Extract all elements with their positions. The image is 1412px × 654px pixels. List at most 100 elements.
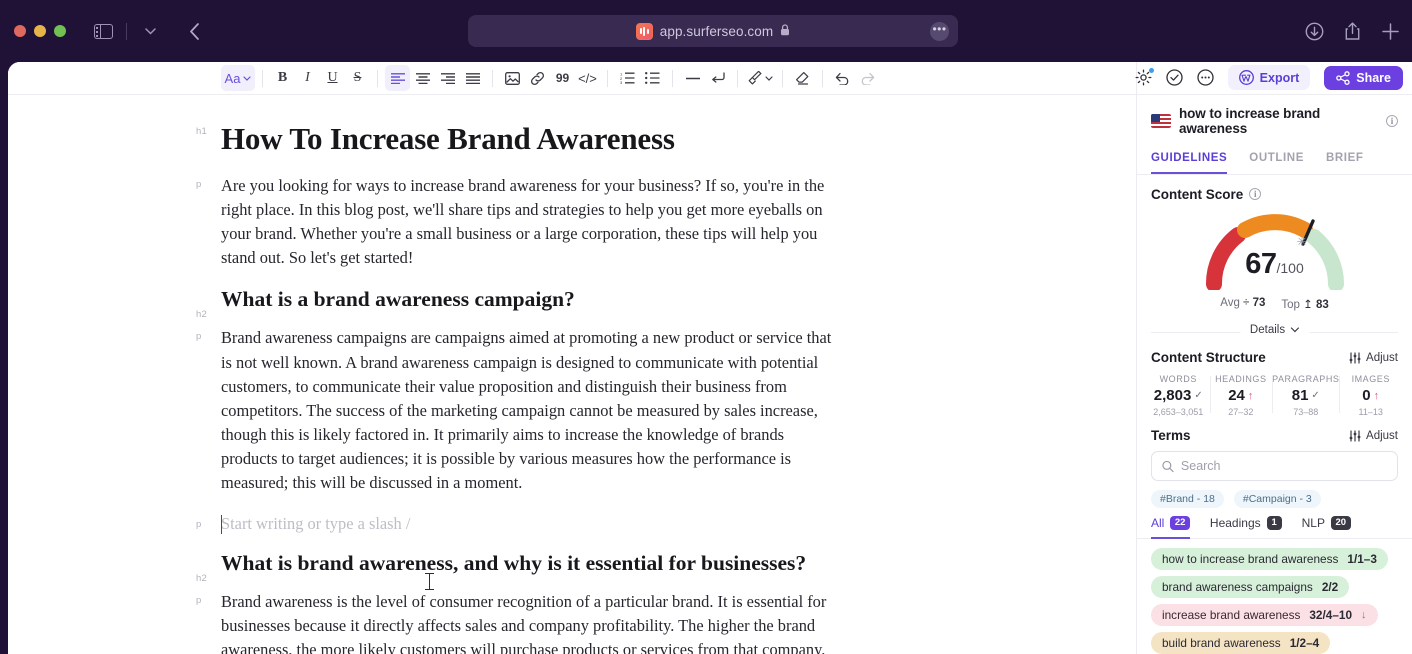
content-structure-header: Content Structure Adjust [1137,345,1412,365]
window-traffic-lights[interactable] [14,25,66,37]
underline-button[interactable]: U [320,65,345,91]
share-button[interactable]: Share [1324,65,1403,90]
share-icon[interactable] [1344,21,1361,41]
info-icon[interactable]: i [1249,188,1262,201]
stat-range: 11–13 [1358,407,1383,418]
undo-icon[interactable] [830,65,855,91]
content-score-header: Content Score i [1137,175,1412,202]
clear-format-icon[interactable] [790,65,815,91]
term-item[interactable]: increase brand awareness 32/4–10 ↓ [1151,603,1378,626]
document-block-h2[interactable]: h2 What is a brand awareness campaign? [8,287,1136,320]
panel-top-actions: Export Share [1135,62,1412,95]
insert-image-icon[interactable] [500,65,525,91]
document-block-paragraph[interactable]: p Brand awareness is the level of consum… [8,590,1136,654]
paint-format-icon[interactable] [745,65,775,91]
insert-link-icon[interactable] [525,65,550,91]
section-heading[interactable]: What is a brand awareness campaign? [221,287,836,312]
svg-text:3: 3 [620,80,623,84]
chip-brand[interactable]: #Brand - 18 [1151,489,1224,508]
paragraph-text[interactable]: Brand awareness is the level of consumer… [221,590,836,654]
guidelines-panel: Export Share how to increase brand aware… [1135,62,1412,654]
align-justify-button[interactable] [460,65,485,91]
score-number: 67 [1245,247,1277,280]
back-chevron-icon[interactable] [179,17,209,45]
adjust-label: Adjust [1366,429,1398,442]
code-block-button[interactable]: </> [575,65,600,91]
check-icon: ✓ [1194,390,1203,402]
new-tab-icon[interactable] [1381,22,1400,41]
sliders-icon [1349,430,1361,442]
close-window-button[interactable] [14,25,26,37]
font-style-dropdown[interactable]: Aa [221,65,255,91]
blockquote-button[interactable]: 99 [550,65,575,91]
details-button[interactable]: Details [1239,321,1310,338]
term-item[interactable]: build brand awareness 1/2–4 [1151,631,1331,654]
term-name: brand awareness campaigns [1162,579,1313,594]
page-menu-button[interactable]: ••• [930,21,949,41]
document-block-h2[interactable]: h2 What is brand awareness, and why is i… [8,551,1136,584]
content-score-title: Content Score [1151,186,1244,202]
align-left-button[interactable] [385,65,410,91]
check-circle-icon[interactable] [1166,69,1183,86]
document-block-paragraph[interactable]: p Are you looking for ways to increase b… [8,174,1136,270]
filter-tab-nlp[interactable]: NLP 20 [1302,515,1351,539]
tab-brief[interactable]: BRIEF [1326,146,1364,174]
bullet-list-icon[interactable] [640,65,665,91]
tab-guidelines[interactable]: GUIDELINES [1151,146,1228,174]
sidebar-toggle-icon[interactable] [88,17,118,45]
align-center-button[interactable] [410,65,435,91]
ordered-list-icon[interactable]: 123 [615,65,640,91]
terms-search-box[interactable] [1151,451,1398,481]
chrome-divider [126,22,127,40]
paragraph-text[interactable]: Brand awareness campaigns are campaigns … [221,326,836,495]
tab-outline[interactable]: OUTLINE [1249,146,1304,174]
document-block-paragraph[interactable]: p Brand awareness campaigns are campaign… [8,326,1136,495]
term-item[interactable]: brand awareness campaigns 2/2 [1151,575,1350,598]
line-break-icon[interactable] [705,65,730,91]
document-block-empty[interactable]: p Start writing or type a slash / [8,514,1136,535]
term-count: 32/4–10 [1309,607,1353,622]
stat-label: HEADINGS [1215,374,1267,385]
stat-value-row: 81 ✓ [1272,387,1339,404]
stat-range: 27–32 [1228,407,1254,418]
horizontal-rule-icon[interactable] [680,65,705,91]
filter-tab-badge: 22 [1170,515,1190,530]
document-body[interactable]: h1 How To Increase Brand Awareness p Are… [8,95,1136,654]
filter-tab-all[interactable]: All 22 [1151,515,1190,539]
align-right-button[interactable] [435,65,460,91]
gear-icon[interactable] [1135,68,1154,86]
stat-value-row: 2,803 ✓ [1147,387,1210,404]
page-title[interactable]: How To Increase Brand Awareness [221,121,836,157]
paragraph-text[interactable]: Are you looking for ways to increase bra… [221,174,836,270]
export-button[interactable]: Export [1227,65,1311,91]
terms-header: Terms Adjust [1137,417,1412,443]
minimize-window-button[interactable] [34,25,46,37]
more-options-icon[interactable] [1197,69,1214,86]
strikethrough-button[interactable]: S [345,65,370,91]
chevron-down-icon[interactable] [135,17,165,45]
adjust-terms-button[interactable]: Adjust [1349,430,1398,442]
stat-value: 81 [1291,387,1309,405]
terms-list: how to increase brand awareness 1/1–3 br… [1137,539,1412,654]
editor-placeholder[interactable]: Start writing or type a slash / [221,514,836,534]
adjust-structure-button[interactable]: Adjust [1349,352,1398,364]
redo-icon[interactable] [855,65,880,91]
term-name: build brand awareness [1162,635,1281,650]
section-heading[interactable]: What is brand awareness, and why is it e… [221,551,836,576]
bold-button[interactable]: B [270,65,295,91]
search-input[interactable] [1180,459,1387,474]
term-item[interactable]: how to increase brand awareness 1/1–3 [1151,547,1388,570]
downloads-icon[interactable] [1305,22,1324,41]
document-block-h1[interactable]: h1 How To Increase Brand Awareness [8,121,1136,157]
chip-campaign[interactable]: #Campaign - 3 [1233,489,1321,508]
filter-tab-headings[interactable]: Headings 1 [1210,515,1282,539]
url-text: app.surferseo.com [659,23,774,39]
stat-value-row: 24 ↑ [1210,387,1273,404]
stat-value: 0 [1362,387,1371,405]
address-bar[interactable]: app.surferseo.com ••• [468,15,958,47]
terms-title: Terms [1151,428,1191,444]
maximize-window-button[interactable] [54,25,66,37]
editor-toolbar: Aa B I U S 99 </> 1 2 3 [8,62,1136,95]
info-icon[interactable]: i [1386,114,1398,127]
italic-button[interactable]: I [295,65,320,91]
